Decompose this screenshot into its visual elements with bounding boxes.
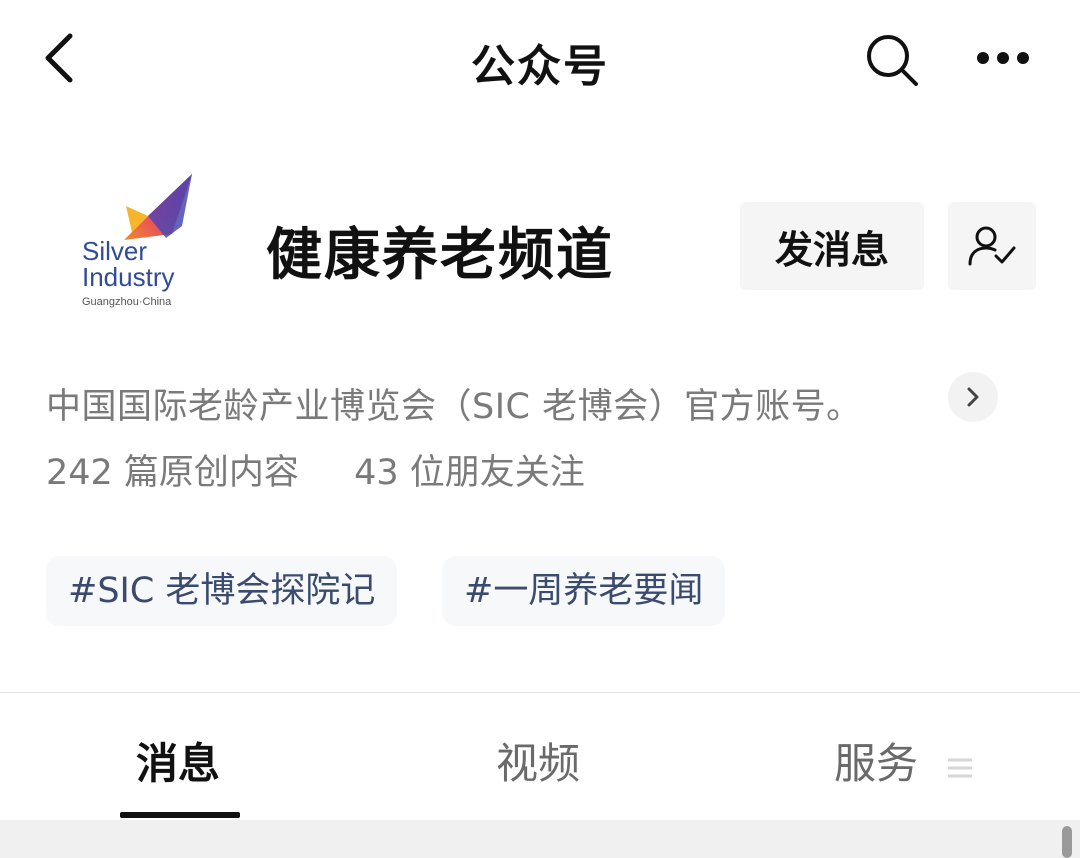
topic-tag[interactable]: #一周养老要闻 [442, 556, 726, 626]
account-description: 中国国际老龄产业博览会（SIC 老博会）官方账号。 [46, 387, 862, 427]
active-tab-indicator [120, 812, 240, 818]
account-logo[interactable]: Silver Industry Guangzhou·China [62, 168, 210, 316]
chevron-right-icon[interactable] [948, 372, 998, 422]
tab-video[interactable]: 视频 [496, 730, 580, 788]
navigation-bar: 公众号 [0, 0, 1080, 118]
account-description-row[interactable]: 中国国际老龄产业博览会（SIC 老博会）官方账号。 [46, 372, 1036, 428]
section-divider [0, 692, 1080, 693]
back-icon[interactable] [36, 30, 86, 86]
friends-following-count[interactable]: 43 位朋友关注 [354, 444, 585, 495]
tab-label: 服务 [834, 739, 919, 788]
tab-services[interactable]: 服务 [834, 730, 973, 788]
logo-text-line3: Guangzhou·China [82, 296, 172, 308]
tab-label: 视频 [496, 739, 581, 788]
original-articles-count[interactable]: 242 篇原创内容 [46, 444, 299, 495]
message-list-area [0, 820, 1080, 858]
account-name: 健康养老频道 [266, 223, 614, 288]
more-dots-icon[interactable] [970, 36, 1036, 80]
menu-lines-icon [947, 742, 973, 791]
account-stats: 242 篇原创内容 43 位朋友关注 [46, 444, 585, 494]
send-message-button[interactable]: 发消息 [740, 202, 924, 290]
followed-user-check-icon[interactable] [948, 202, 1036, 290]
search-icon[interactable] [862, 30, 922, 90]
topic-tag[interactable]: #SIC 老博会探院记 [46, 556, 398, 626]
tab-label: 消息 [136, 739, 221, 788]
scrollbar[interactable] [1062, 826, 1072, 858]
tab-messages[interactable]: 消息 [136, 730, 220, 788]
logo-text-line2: Industry [82, 262, 175, 292]
